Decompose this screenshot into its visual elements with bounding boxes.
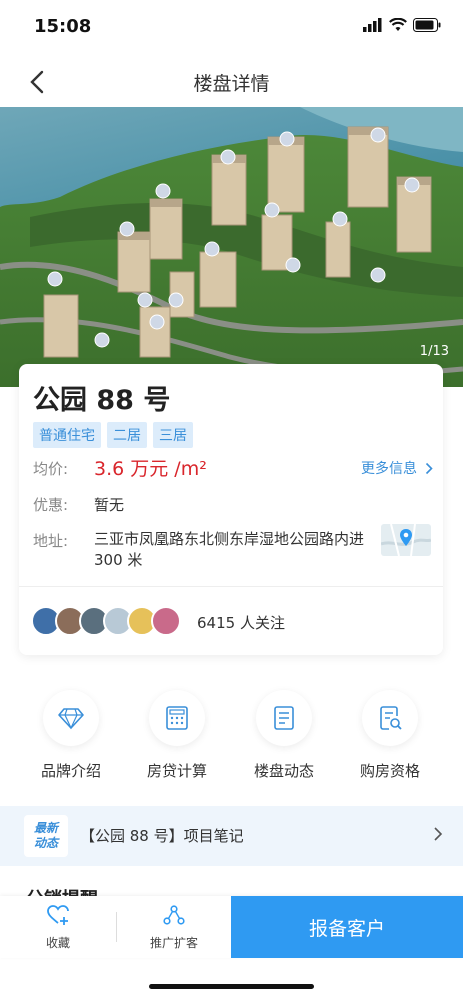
- feature-icon-circle: [256, 690, 312, 746]
- news-title: 【公园 88 号】项目笔记: [80, 827, 244, 845]
- address-label: 地址:: [33, 532, 69, 550]
- status-icons: [363, 18, 441, 32]
- feature-purchase-eligibility[interactable]: 购房资格: [340, 690, 440, 781]
- status-bar: 15:08: [0, 0, 463, 55]
- property-info-card: 公园 88 号 普通住宅 二居 三居 均价: 3.6 万元 /m² 更多信息 优…: [19, 364, 443, 655]
- feature-label: 房贷计算: [146, 762, 207, 780]
- feature-shortcuts: 品牌介绍 房贷计算 楼盘动态 购房资格: [0, 690, 463, 790]
- divider: [116, 912, 117, 942]
- more-info-label: 更多信息: [361, 461, 417, 477]
- document-search-icon: [380, 706, 402, 730]
- battery-icon: [413, 18, 441, 32]
- discount-label: 优惠:: [33, 496, 69, 514]
- feature-brand-intro[interactable]: 品牌介绍: [21, 690, 121, 781]
- calculator-icon: [166, 706, 188, 730]
- feature-mortgage-calculator[interactable]: 房贷计算: [127, 690, 227, 781]
- feature-property-news[interactable]: 楼盘动态: [234, 690, 334, 781]
- map-pin-icon: [381, 524, 431, 556]
- divider: [19, 586, 443, 587]
- feature-label: 购房资格: [359, 762, 420, 780]
- feature-icon-circle: [362, 690, 418, 746]
- heart-plus-icon: [47, 905, 69, 925]
- tag: 普通住宅: [33, 422, 101, 448]
- property-tags: 普通住宅 二居 三居: [33, 422, 193, 448]
- avatar: [151, 606, 181, 636]
- status-time: 15:08: [34, 16, 92, 37]
- discount-value: 暂无: [94, 496, 125, 514]
- feature-icon-circle: [149, 690, 205, 746]
- wifi-icon: [389, 18, 407, 31]
- property-name: 公园 88 号: [33, 385, 171, 416]
- favorite-button[interactable]: 收藏: [8, 904, 108, 951]
- image-counter: 1/13: [419, 344, 449, 359]
- followers-count: 6415 人关注: [197, 614, 285, 632]
- feature-icon-circle: [43, 690, 99, 746]
- document-icon: [274, 706, 294, 730]
- price-label: 均价:: [33, 460, 69, 478]
- chevron-right-icon: [425, 462, 433, 474]
- bottom-action-bar: 收藏 推广扩客 报备客户: [0, 896, 463, 958]
- map-thumbnail[interactable]: [381, 524, 431, 556]
- feature-label: 楼盘动态: [253, 762, 314, 780]
- signal-icon: [363, 18, 382, 32]
- price-value: 3.6 万元 /m²: [94, 458, 207, 480]
- promote-label: 推广扩客: [149, 936, 198, 950]
- page-title: 楼盘详情: [193, 73, 270, 95]
- address-value: 三亚市凤凰路东北侧东岸湿地公园路内进 300 米: [94, 530, 365, 569]
- nav-bar: 楼盘详情: [0, 55, 463, 107]
- more-info-link[interactable]: 更多信息: [361, 458, 433, 478]
- chevron-right-icon: [433, 826, 443, 846]
- feature-label: 品牌介绍: [40, 762, 101, 780]
- report-client-button[interactable]: 报备客户: [231, 896, 463, 958]
- favorite-label: 收藏: [45, 936, 70, 950]
- share-icon: [163, 905, 185, 925]
- property-image-carousel[interactable]: 1/13: [0, 107, 463, 387]
- tag: 二居: [107, 422, 147, 448]
- tag: 三居: [153, 422, 193, 448]
- diamond-icon: [58, 708, 84, 730]
- badge-line: 动态: [33, 836, 58, 850]
- aerial-property-image: [0, 107, 463, 387]
- latest-news-bar[interactable]: 最新 动态 【公园 88 号】项目笔记: [0, 806, 463, 866]
- latest-news-badge: 最新 动态: [24, 815, 68, 857]
- promote-button[interactable]: 推广扩客: [124, 904, 224, 951]
- home-indicator: [149, 984, 314, 989]
- badge-line: 最新: [33, 821, 58, 835]
